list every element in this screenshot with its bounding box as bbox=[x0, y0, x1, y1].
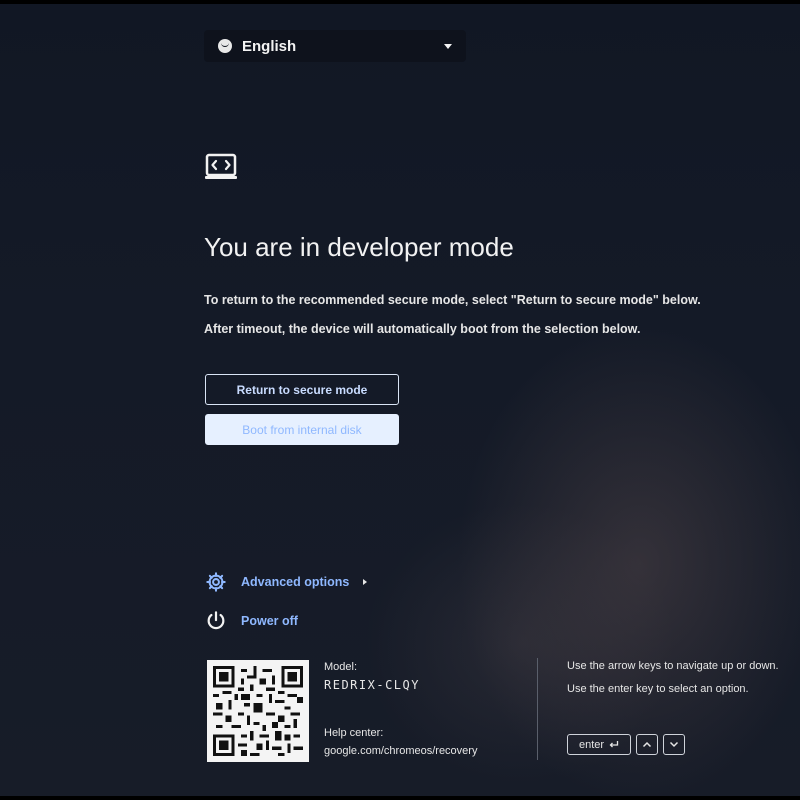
footer-divider bbox=[537, 658, 538, 760]
help-center-url: google.com/chromeos/recovery bbox=[324, 745, 478, 757]
language-selected: English bbox=[242, 37, 297, 55]
enter-key-label: enter bbox=[578, 738, 605, 751]
language-selector[interactable]: English bbox=[204, 30, 466, 62]
gear-icon bbox=[206, 572, 226, 592]
dropdown-caret-icon bbox=[444, 43, 452, 49]
page-title: You are in developer mode bbox=[204, 232, 514, 262]
advanced-options-link[interactable]: Advanced options bbox=[205, 571, 368, 593]
developer-mode-screen: English You are in developer mode To ret… bbox=[0, 4, 800, 796]
model-label: Model: bbox=[324, 661, 358, 673]
globe-icon bbox=[218, 39, 232, 53]
chevron-down-icon bbox=[669, 741, 679, 748]
up-arrow-key bbox=[636, 734, 658, 755]
enter-key: enter bbox=[567, 734, 631, 755]
qr-code bbox=[207, 660, 309, 762]
description-line-1: To return to the recommended secure mode… bbox=[204, 293, 701, 307]
keyboard-hints: enter bbox=[567, 734, 685, 755]
return-to-secure-mode-button[interactable]: Return to secure mode bbox=[205, 374, 399, 405]
chevron-right-icon bbox=[363, 579, 368, 585]
help-center-label: Help center: bbox=[324, 727, 384, 739]
power-off-label: Power off bbox=[241, 614, 298, 628]
chevron-up-icon bbox=[642, 741, 652, 748]
description-line-2: After timeout, the device will automatic… bbox=[204, 322, 641, 336]
boot-from-internal-disk-button[interactable]: Boot from internal disk bbox=[205, 414, 399, 445]
developer-mode-icon bbox=[205, 153, 237, 179]
select-hint: Use the enter key to select an option. bbox=[567, 683, 749, 695]
enter-arrow-icon bbox=[609, 741, 619, 748]
navigation-hint: Use the arrow keys to navigate up or dow… bbox=[567, 660, 779, 672]
power-icon bbox=[207, 611, 225, 630]
power-off-link[interactable]: Power off bbox=[205, 610, 298, 632]
down-arrow-key bbox=[663, 734, 685, 755]
qr-code-icon bbox=[213, 666, 303, 756]
model-value: REDRIX-CLQY bbox=[324, 678, 420, 692]
advanced-options-label: Advanced options bbox=[241, 575, 350, 589]
